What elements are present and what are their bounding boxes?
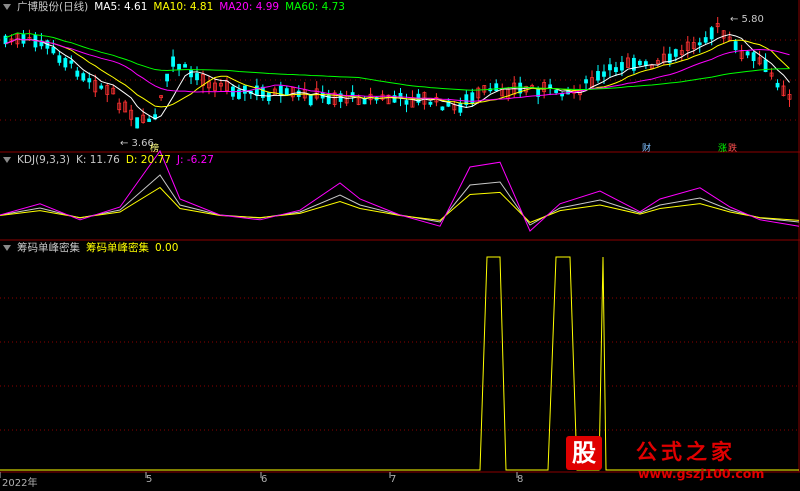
candle-body [266, 92, 271, 101]
candle-body [470, 92, 475, 104]
event-badge: 涨 [718, 143, 727, 154]
candle-body [643, 61, 648, 66]
panel-collapse-icon[interactable] [3, 4, 11, 10]
logo-url: www.gszj100.com [638, 466, 765, 481]
candle-body [458, 103, 463, 113]
candle-body [183, 64, 187, 68]
event-badge: 财 [642, 142, 651, 154]
candle-body [99, 85, 104, 89]
x-tick-label: 5 [146, 474, 153, 485]
candle-body [75, 70, 80, 77]
panel-collapse-icon[interactable] [3, 245, 11, 251]
chip-series-label: 筹码单峰密集 [86, 242, 149, 254]
x-tick-label: 7 [390, 474, 397, 485]
candle-body [69, 60, 74, 64]
chip-header: 筹码单峰密集 筹码单峰密集 0.00 [0, 241, 184, 255]
candle-body [745, 51, 750, 56]
panel-collapse-icon[interactable] [3, 157, 11, 163]
kdj-k-label: K: 11.76 [75, 154, 120, 166]
ma60-line [5, 32, 790, 91]
candle-body [584, 79, 588, 84]
candle-body [697, 42, 702, 46]
candle-body [177, 63, 181, 70]
x-tick-label: 8 [517, 474, 524, 485]
candle-body [81, 73, 86, 81]
candle-body [703, 37, 708, 43]
candle-body [560, 93, 564, 97]
kdj-title: KDJ(9,3,3) [17, 154, 70, 166]
low-annotation: ← 3.66 [120, 138, 154, 149]
candle-body [428, 101, 433, 105]
candle-body [326, 94, 331, 105]
candle-body [171, 56, 175, 67]
candle-body [189, 70, 193, 78]
kdj-k-line [0, 174, 800, 226]
high-annotation: ← 5.80 [730, 14, 764, 25]
candle-body [404, 100, 409, 105]
ma10-label: MA10: 4.81 [153, 1, 214, 13]
kdj-j-label: J: -6.27 [176, 154, 214, 166]
candle-body [554, 90, 559, 93]
main-header: 广博股份(日线) MA5: 4.61 MA10: 4.81 MA20: 4.99 MA6… [0, 0, 351, 14]
kdj-d-line [0, 186, 800, 224]
candle-body [440, 106, 445, 111]
candle-body [602, 71, 606, 77]
event-badge: 跌 [728, 143, 737, 154]
logo-name: 公式之家 [636, 440, 736, 464]
candle-body [751, 52, 756, 62]
candle-body [620, 62, 624, 71]
candle-body [673, 49, 678, 57]
candle-body [21, 34, 26, 44]
candle-body [637, 60, 642, 66]
candle-body [494, 83, 499, 92]
candle-body [63, 58, 68, 68]
ma60-label: MA60: 4.73 [285, 1, 345, 13]
watermark-logo: 股 公式之家 www.gszj100.com [556, 434, 780, 488]
kdj-d-label: D: 20.77 [125, 154, 171, 166]
candle-body [308, 94, 313, 106]
chip-title: 筹码单峰密集 [17, 242, 80, 254]
ma20-label: MA20: 4.99 [219, 1, 280, 13]
logo-glyph: 股 [566, 436, 602, 470]
candle-body [709, 27, 714, 40]
candle-body [195, 73, 199, 81]
candle-body [596, 71, 600, 81]
candle-body [57, 55, 62, 63]
candle-body [147, 118, 152, 122]
main-title: 广博股份(日线) [17, 1, 89, 13]
x-tick-label: 6 [261, 474, 268, 485]
chip-value: 0.00 [155, 242, 179, 254]
ma5-label: MA5: 4.61 [94, 1, 148, 13]
chart-stage: ← 5.80 ← 3.66 榜财涨跌 广博股份(日线) MA5: 4.61 MA10: … [0, 0, 800, 489]
ma5-line [5, 33, 790, 120]
candle-body [51, 46, 56, 54]
candle-body [614, 67, 618, 73]
x-tick-label: 2022年 [2, 478, 38, 489]
candle-body [284, 88, 289, 96]
candle-body [608, 64, 612, 71]
candle-body [165, 73, 169, 82]
candle-body [87, 78, 92, 83]
candle-body [775, 82, 780, 88]
candle-body [135, 117, 140, 129]
kdj-header: KDJ(9,3,3) K: 11.76 D: 20.77 J: -6.27 [0, 153, 220, 167]
candle-body [242, 85, 247, 94]
candle-body [733, 41, 738, 51]
